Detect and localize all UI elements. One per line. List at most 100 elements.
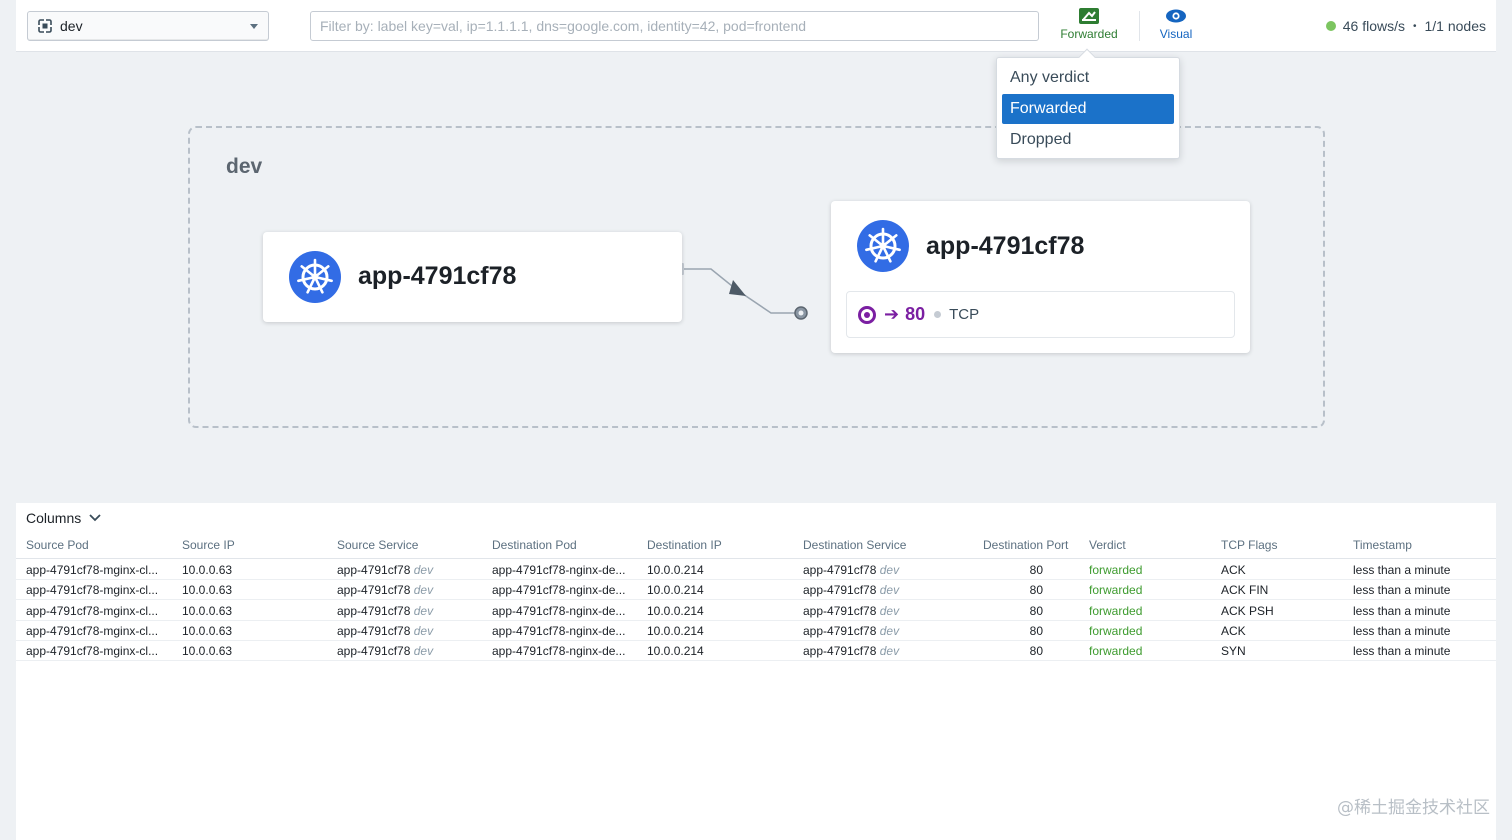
cell-source-service-text: app-4791cf78 (337, 603, 411, 618)
cell-destination-service: app-4791cf78 dev (803, 563, 899, 577)
cell-tcp-flags: ACK (1221, 563, 1246, 577)
chevron-down-icon (89, 514, 101, 522)
cell-destination-service: app-4791cf78 dev (803, 624, 899, 638)
header-destination-port[interactable]: Destination Port (983, 538, 1068, 552)
cell-destination-pod-text: app-4791cf78-nginx-de... (492, 583, 626, 598)
flow-link (680, 263, 808, 320)
cell-destination-port: 80 (983, 604, 1043, 618)
nodes-count: 1/1 nodes (1424, 18, 1487, 34)
cell-destination-ip: 10.0.0.214 (647, 604, 704, 618)
caret-down-icon (250, 23, 258, 29)
cell-destination-port-text: 80 (1029, 623, 1043, 638)
cell-source-pod-text: app-4791cf78-mginx-cl... (26, 623, 159, 638)
cell-source-service-namespace: dev (413, 583, 434, 598)
cell-destination-pod-text: app-4791cf78-nginx-de... (492, 644, 626, 659)
cell-source-service: app-4791cf78 dev (337, 624, 433, 638)
header-destination-service[interactable]: Destination Service (803, 538, 906, 552)
cell-source-ip-text: 10.0.0.63 (182, 583, 233, 598)
link-line (684, 268, 801, 314)
eye-icon (1166, 9, 1186, 23)
verdict-option-forwarded[interactable]: Forwarded (1002, 94, 1174, 124)
cell-timestamp-text: less than a minute (1353, 644, 1451, 659)
verdict-option-dropped[interactable]: Dropped (1002, 125, 1174, 155)
status-separator: • (1412, 20, 1417, 32)
cell-destination-ip-text: 10.0.0.214 (647, 603, 704, 618)
flow-filter-input[interactable] (310, 11, 1039, 41)
verdict-filter-button[interactable]: Forwarded (1059, 8, 1119, 41)
cell-source-ip-text: 10.0.0.63 (182, 603, 233, 618)
cell-source-ip: 10.0.0.63 (182, 644, 232, 658)
cell-destination-port-text: 80 (1029, 603, 1043, 618)
table-row[interactable]: app-4791cf78-mginx-cl... 10.0.0.63 app-479… (16, 621, 1496, 641)
cell-timestamp-text: less than a minute (1353, 583, 1451, 598)
cell-destination-service-text: app-4791cf78 (803, 623, 877, 638)
cell-source-pod: app-4791cf78-mginx-cl... (26, 624, 158, 638)
cell-source-service: app-4791cf78 dev (337, 583, 433, 597)
status-dot-icon (1325, 21, 1336, 31)
header-timestamp[interactable]: Timestamp (1353, 538, 1412, 552)
cell-source-service: app-4791cf78 dev (337, 604, 433, 618)
cell-destination-port: 80 (983, 644, 1043, 658)
namespace-select[interactable]: dev (27, 11, 269, 41)
cell-destination-service-text: app-4791cf78 (803, 563, 877, 577)
cell-destination-port: 80 (983, 563, 1043, 577)
cell-verdict-text: forwarded (1089, 644, 1143, 659)
visual-button[interactable]: Visual (1156, 8, 1196, 41)
cell-destination-port: 80 (983, 583, 1043, 597)
cell-tcp-flags: ACK FIN (1221, 583, 1268, 597)
toolbar-divider (1139, 11, 1140, 41)
destination-service-title: app-4791cf78 (926, 232, 1085, 260)
table-row[interactable]: app-4791cf78-mginx-cl... 10.0.0.63 app-479… (16, 641, 1496, 662)
cell-timestamp: less than a minute (1353, 604, 1450, 618)
cell-timestamp: less than a minute (1353, 563, 1450, 577)
cell-destination-pod-text: app-4791cf78-nginx-de... (492, 563, 626, 577)
header-tcp-flags[interactable]: TCP Flags (1221, 538, 1277, 552)
cell-destination-service-text: app-4791cf78 (803, 644, 877, 659)
cell-source-ip: 10.0.0.63 (182, 604, 232, 618)
cell-tcp-flags-text: ACK PSH (1221, 603, 1274, 618)
cell-verdict: forwarded (1089, 604, 1142, 618)
table-row[interactable]: app-4791cf78-mginx-cl... 10.0.0.63 app-479… (16, 560, 1496, 580)
cell-source-ip: 10.0.0.63 (182, 624, 232, 638)
columns-button[interactable]: Columns (26, 510, 101, 526)
source-service-card[interactable]: app-4791cf78 (263, 232, 682, 322)
kubernetes-icon (857, 220, 909, 272)
header-source-pod[interactable]: Source Pod (26, 538, 89, 552)
cell-tcp-flags-text: ACK FIN (1221, 583, 1269, 598)
flows-rate: 46 flows/s (1342, 18, 1405, 34)
cell-source-service: app-4791cf78 dev (337, 644, 433, 658)
cell-tcp-flags-text: ACK (1221, 623, 1246, 638)
cell-destination-pod: app-4791cf78-nginx-de... (492, 624, 625, 638)
port-endpoint[interactable]: ➔ 80 TCP (846, 291, 1235, 338)
cell-source-pod-text: app-4791cf78-mginx-cl... (26, 563, 159, 577)
verdict-dropdown: Any verdict Forwarded Dropped (996, 48, 1180, 159)
header-destination-pod[interactable]: Destination Pod (492, 538, 577, 552)
cell-timestamp: less than a minute (1353, 583, 1450, 597)
header-destination-ip[interactable]: Destination IP (647, 538, 722, 552)
table-row[interactable]: app-4791cf78-mginx-cl... 10.0.0.63 app-479… (16, 601, 1496, 621)
cell-source-service-text: app-4791cf78 (337, 623, 411, 638)
cell-destination-ip: 10.0.0.214 (647, 563, 704, 577)
destination-service-card[interactable]: app-4791cf78 ➔ 80 TCP (831, 201, 1250, 353)
cell-source-service-text: app-4791cf78 (337, 563, 411, 577)
cell-destination-pod-text: app-4791cf78-nginx-de... (492, 623, 626, 638)
header-source-ip[interactable]: Source IP (182, 538, 235, 552)
cell-source-pod-text: app-4791cf78-mginx-cl... (26, 583, 159, 598)
cell-verdict: forwarded (1089, 583, 1142, 597)
cell-tcp-flags-text: ACK (1221, 563, 1246, 577)
cell-timestamp-text: less than a minute (1353, 603, 1451, 618)
cell-source-ip-text: 10.0.0.63 (182, 623, 233, 638)
table-row[interactable]: app-4791cf78-mginx-cl... 10.0.0.63 app-479… (16, 580, 1496, 601)
watermark: @稀土掘金技术社区 (1337, 798, 1490, 818)
cell-source-ip-text: 10.0.0.63 (182, 563, 233, 577)
cell-source-service-namespace: dev (413, 603, 434, 618)
header-verdict[interactable]: Verdict (1089, 538, 1126, 552)
header-source-service[interactable]: Source Service (337, 538, 418, 552)
verdict-option-any[interactable]: Any verdict (1002, 63, 1174, 93)
cell-destination-port-text: 80 (1029, 563, 1043, 577)
namespace-icon (38, 19, 52, 33)
visual-label: Visual (1159, 27, 1193, 41)
cell-verdict-text: forwarded (1089, 563, 1143, 577)
source-service-title: app-4791cf78 (358, 262, 517, 290)
cell-destination-service-text: app-4791cf78 (803, 603, 877, 618)
